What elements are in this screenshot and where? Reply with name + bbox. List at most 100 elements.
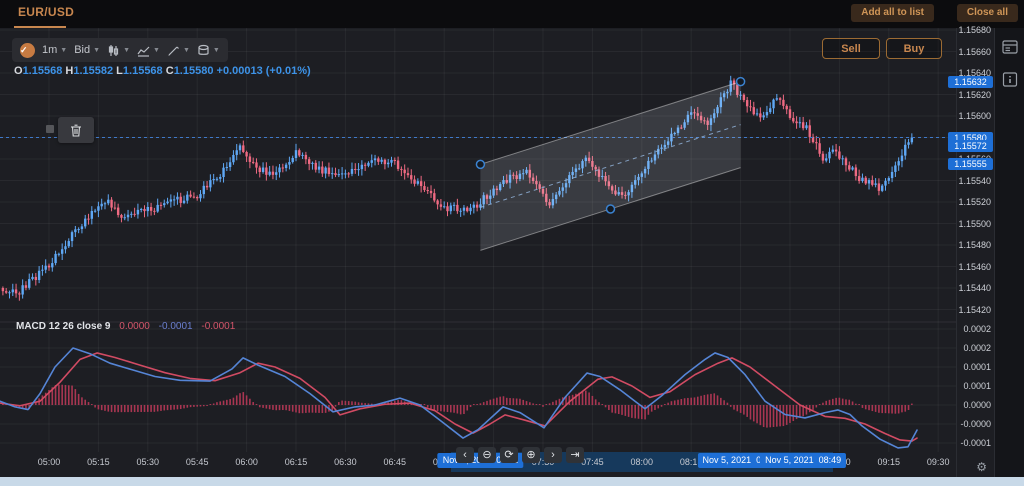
candle-body — [884, 181, 886, 186]
macd-histogram-group — [3, 385, 912, 428]
candle-body — [315, 163, 317, 170]
indicators-dropdown[interactable]: ▼ — [197, 44, 220, 57]
candle-body — [828, 152, 830, 159]
add-all-to-list-button[interactable]: Add all to list — [851, 4, 934, 22]
pan-right-button[interactable]: › — [544, 447, 562, 463]
macd-tick-label: 0.0001 — [963, 362, 991, 372]
candle-body — [387, 163, 389, 165]
pencil-icon — [167, 44, 180, 57]
macd-value-hist: 0.0000 — [119, 321, 150, 332]
time-tick-label: 06:00 — [235, 457, 258, 467]
candle-body — [459, 211, 461, 212]
candle-body — [143, 209, 145, 211]
candle-body — [907, 142, 909, 145]
candle-body — [180, 197, 182, 203]
candle-body — [394, 160, 396, 161]
timeframe-dropdown[interactable]: 1m ▼ — [42, 44, 67, 56]
candle-body — [216, 179, 218, 180]
open-value: 1.15568 — [23, 65, 63, 77]
macd-tick-label: 0.0001 — [963, 381, 991, 391]
axis-settings-gear-icon[interactable]: ⚙ — [976, 460, 987, 474]
details-panel-icon[interactable] — [1002, 72, 1018, 87]
close-all-button[interactable]: Close all — [957, 4, 1018, 22]
candle-body — [802, 122, 804, 128]
candle-body — [347, 173, 349, 174]
candle-body — [440, 204, 442, 206]
indicators-icon — [197, 44, 210, 57]
candle-body — [805, 125, 807, 128]
zoom-out-button[interactable]: ⊖ — [478, 447, 496, 463]
candle-body — [229, 162, 231, 167]
candle-body — [38, 271, 40, 280]
channel-anchor-handle[interactable] — [476, 160, 484, 168]
candle-body — [81, 226, 83, 229]
chevron-down-icon: ▼ — [213, 47, 220, 54]
candle-body — [110, 200, 112, 208]
sell-button[interactable]: Sell — [822, 38, 880, 59]
price-axis[interactable]: ⚙ 1.156801.156601.156401.156201.156001.1… — [956, 28, 995, 477]
go-to-end-button[interactable]: ⇥ — [566, 447, 584, 463]
macd-tick-label: -0.0001 — [960, 438, 991, 448]
candle-body — [133, 214, 135, 215]
candle-body — [176, 197, 178, 200]
channel-anchor-handle[interactable] — [607, 205, 615, 213]
candle-body — [77, 229, 79, 230]
buy-button[interactable]: Buy — [886, 38, 942, 59]
candle-body — [380, 160, 382, 162]
chevron-down-icon: ▼ — [123, 47, 130, 54]
candle-body — [799, 122, 801, 123]
macd-indicator-label[interactable]: MACD 12 26 close 9 0.0000 -0.0001 -0.000… — [16, 321, 235, 332]
candle-body — [818, 143, 820, 153]
drawing-toolbar-drag-handle[interactable] — [46, 125, 54, 133]
broker-check-icon[interactable]: ✓ — [20, 43, 35, 58]
candle-body — [35, 277, 37, 280]
chart-style-dropdown[interactable]: ▼ — [107, 44, 130, 57]
candle-body — [156, 205, 158, 212]
low-label: L — [116, 65, 123, 77]
candle-body — [904, 145, 906, 156]
candle-body — [789, 109, 791, 118]
candle-body — [189, 195, 191, 197]
zoom-in-button[interactable]: ⊕ — [522, 447, 540, 463]
price-type-dropdown[interactable]: Bid ▼ — [74, 44, 100, 56]
candle-body — [888, 178, 890, 181]
window-bottom-strip — [0, 477, 1024, 486]
candle-body — [357, 169, 359, 170]
candle-body — [456, 205, 458, 211]
time-tick-label: 09:15 — [878, 457, 901, 467]
time-tick-label: 09:30 — [927, 457, 950, 467]
candle-body — [61, 249, 63, 254]
candle-body — [104, 203, 106, 204]
chevron-down-icon: ▼ — [60, 47, 67, 54]
time-tick-label: 06:30 — [334, 457, 357, 467]
candle-body — [282, 168, 284, 169]
candle-body — [212, 179, 214, 180]
trash-icon[interactable] — [70, 124, 82, 137]
pair-tab[interactable]: EUR/USD — [18, 5, 74, 19]
price-tick-label: 1.15540 — [958, 176, 991, 186]
candle-body — [384, 160, 386, 164]
candle-body — [865, 178, 867, 184]
candle-body — [153, 211, 155, 212]
draw-tools-dropdown[interactable]: ▼ — [167, 44, 190, 57]
price-tick-label: 1.15680 — [958, 25, 991, 35]
candle-body — [265, 168, 267, 175]
candle-body — [436, 200, 438, 204]
reset-view-button[interactable]: ⟳ — [500, 447, 518, 463]
drawing-toolbar — [58, 117, 94, 143]
candle-body — [239, 145, 241, 150]
chart-canvas[interactable] — [0, 28, 956, 452]
watchlist-panel-icon[interactable] — [1002, 40, 1018, 54]
channel-anchor-handle[interactable] — [737, 78, 745, 86]
price-type-value: Bid — [74, 44, 90, 56]
pan-left-button[interactable]: ‹ — [456, 447, 474, 463]
candle-body — [298, 150, 300, 155]
candle-body — [275, 172, 277, 175]
candle-body — [97, 206, 99, 210]
candle-body — [51, 263, 53, 267]
candle-body — [199, 194, 201, 198]
chart-type-dropdown[interactable]: ▼ — [137, 44, 160, 57]
candle-body — [127, 215, 129, 218]
close-value: 1.15580 — [174, 65, 214, 77]
candle-body — [107, 200, 109, 204]
